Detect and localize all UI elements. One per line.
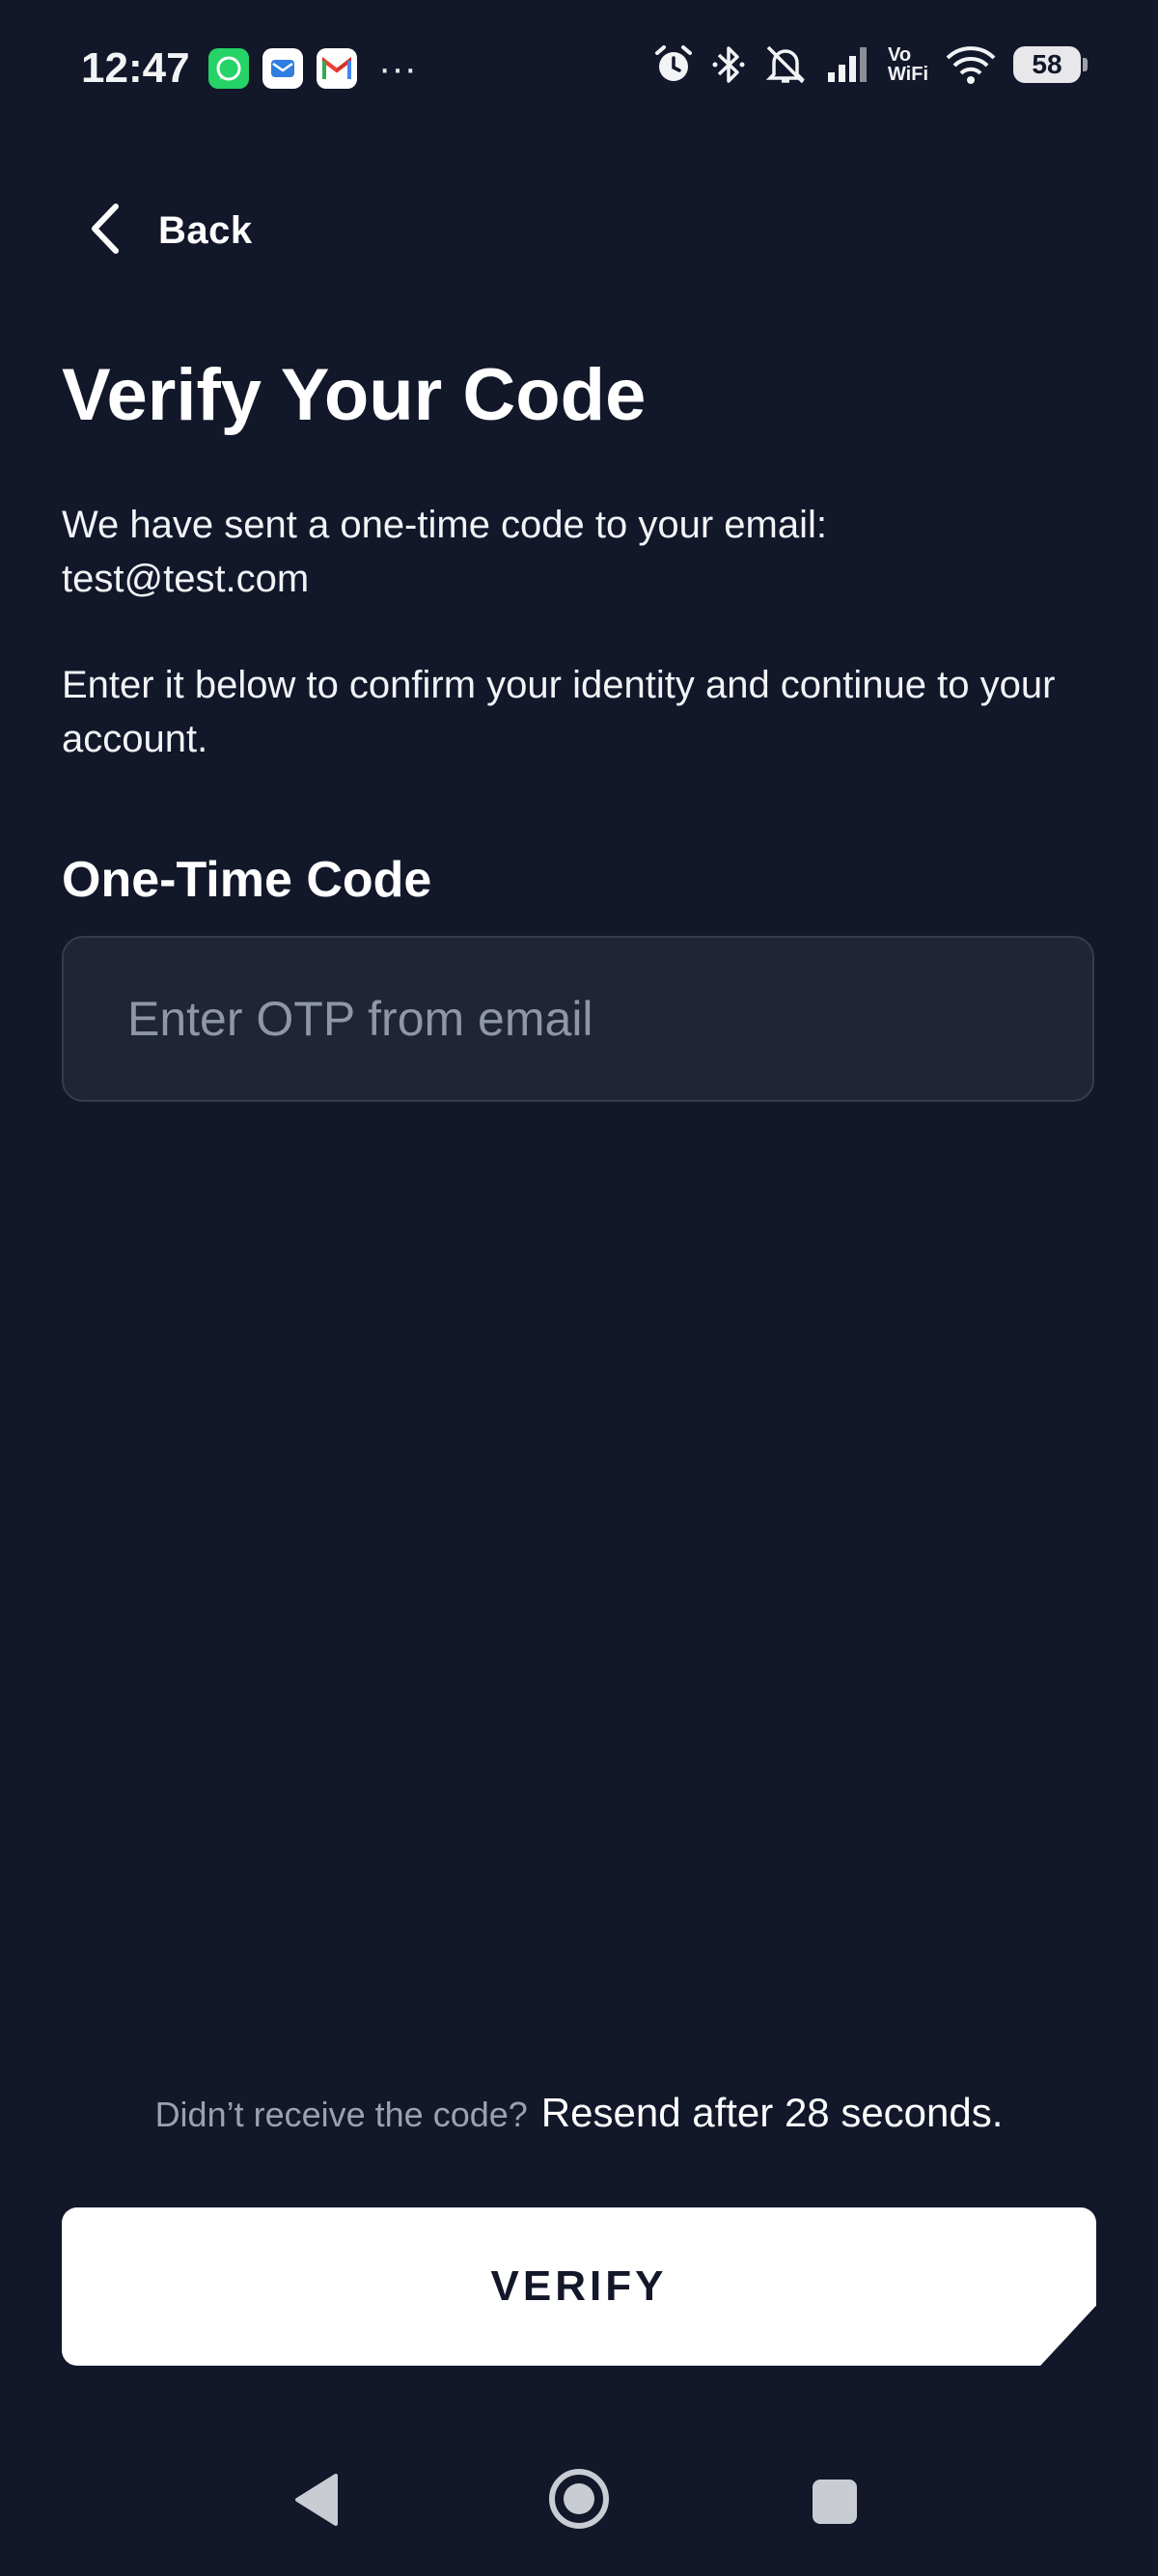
back-button[interactable]: Back — [89, 199, 253, 262]
resend-timer: Resend after 28 seconds. — [540, 2090, 1004, 2135]
bluetooth-icon — [712, 42, 745, 87]
wifi-icon — [946, 42, 996, 87]
system-nav-bar — [0, 2451, 1158, 2557]
sent-text: We have sent a one-time code to your ema… — [62, 504, 828, 546]
page-title: Verify Your Code — [62, 354, 647, 436]
signal-icon — [826, 42, 870, 87]
nav-home-icon[interactable] — [546, 2466, 612, 2536]
otp-field-label: One-Time Code — [62, 852, 432, 908]
vowifi-bottom: WiFi — [887, 64, 928, 85]
nav-recents-icon[interactable] — [811, 2478, 859, 2531]
gmail-icon — [317, 48, 357, 89]
back-label: Back — [158, 208, 253, 252]
status-time: 12:47 — [81, 44, 190, 92]
sent-description: We have sent a one-time code to your ema… — [62, 498, 1065, 606]
otp-input[interactable] — [62, 936, 1094, 1102]
status-bar: 12:47 ··· Vo WiFi 58 — [0, 0, 1158, 135]
mail-app-icon — [262, 48, 303, 89]
vowifi-icon: Vo WiFi — [888, 42, 928, 87]
silent-icon — [762, 42, 809, 87]
more-notifications-icon: ··· — [378, 47, 417, 90]
vowifi-top: Vo — [887, 44, 912, 66]
battery-indicator: 58 — [1013, 46, 1088, 83]
whatsapp-icon — [208, 48, 249, 89]
notification-icons: ··· — [208, 48, 417, 89]
instruction-text: Enter it below to confirm your identity … — [62, 664, 1056, 760]
email-address: test@test.com — [62, 558, 310, 600]
verify-button[interactable]: VERIFY — [62, 2207, 1096, 2366]
resend-question: Didn’t receive the code? — [154, 2095, 528, 2134]
alarm-icon — [652, 42, 695, 87]
resend-row: Didn’t receive the code? Resend after 28 … — [0, 2090, 1158, 2136]
chevron-left-icon — [89, 203, 122, 260]
system-icons: Vo WiFi 58 — [652, 42, 1088, 87]
nav-back-icon[interactable] — [293, 2472, 340, 2533]
